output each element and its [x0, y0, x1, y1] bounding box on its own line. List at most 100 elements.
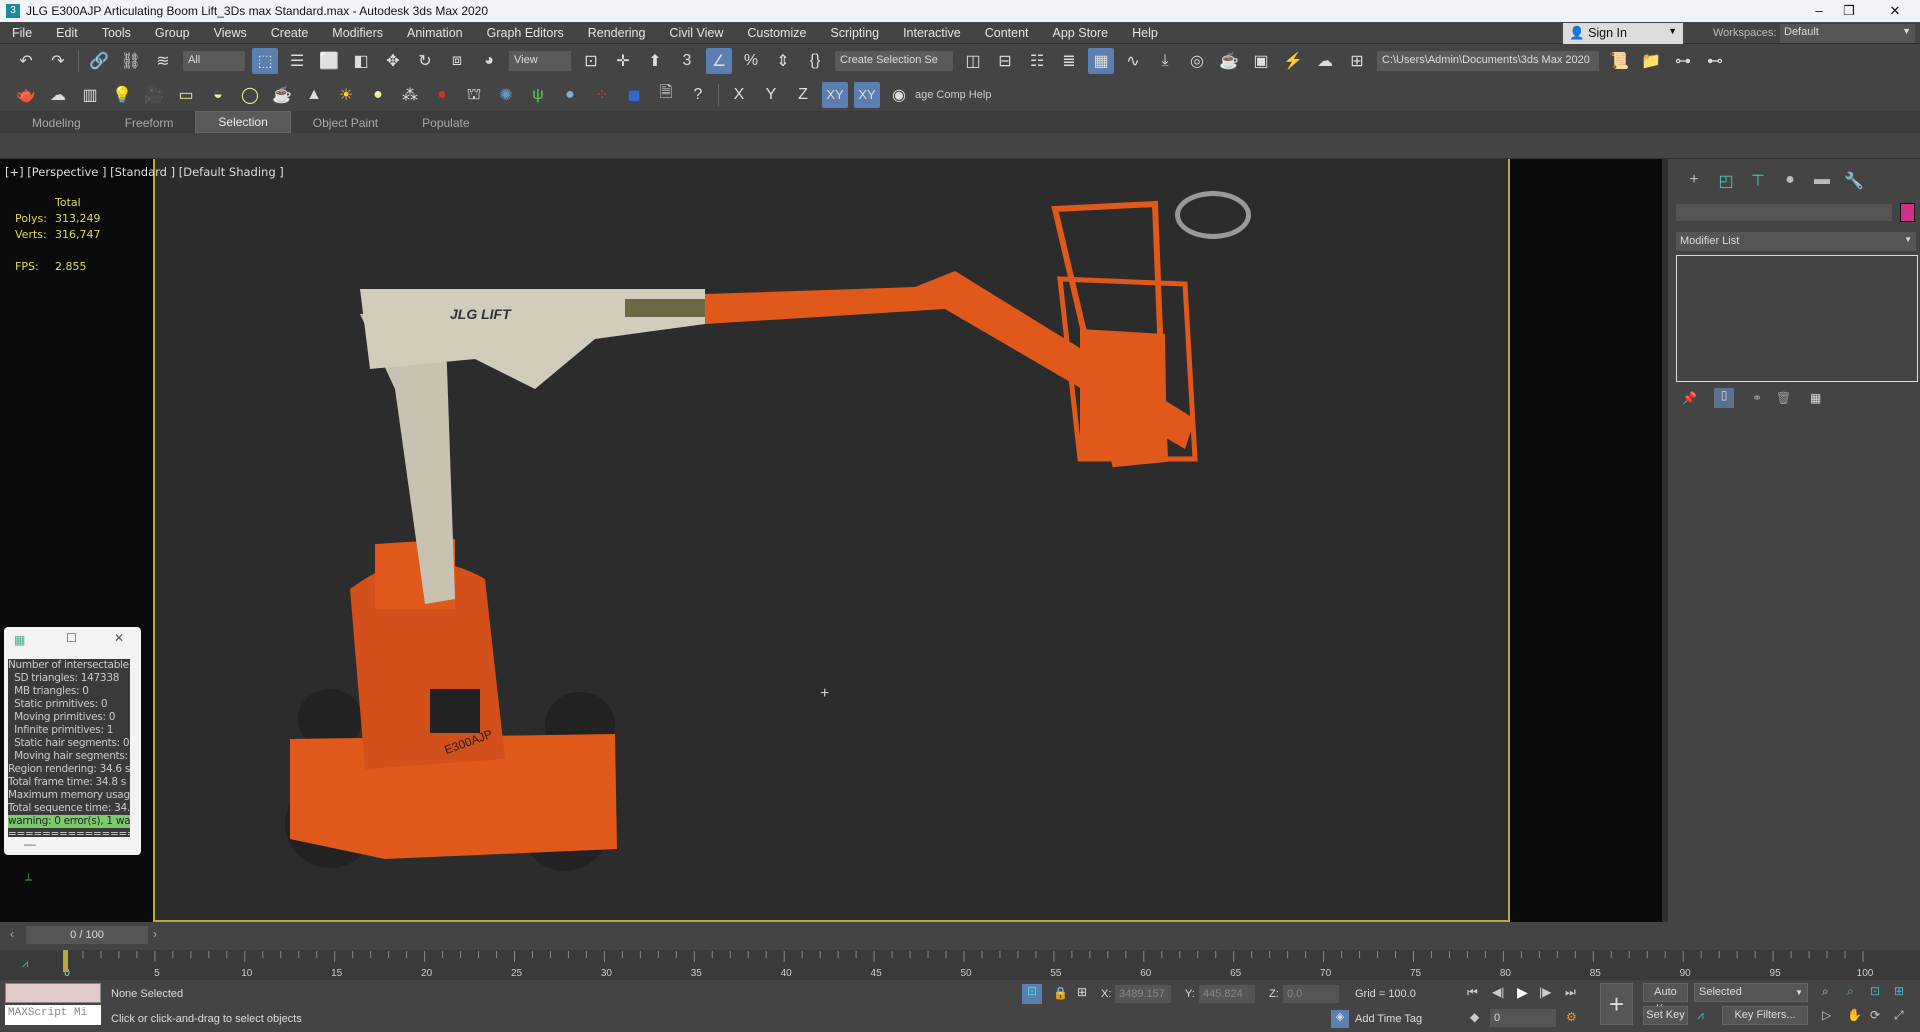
close-button[interactable]: ✕ [1872, 0, 1918, 22]
create-tab-icon[interactable]: + [1680, 171, 1708, 195]
absolute-mode-icon[interactable]: ⊞ [1077, 985, 1087, 999]
render-setup-icon[interactable]: ☕ [1216, 48, 1242, 74]
redo-icon[interactable]: ↷ [45, 48, 71, 74]
file-import-icon[interactable]: 🗎 [653, 82, 679, 108]
select-object-icon[interactable]: ⬚ [252, 47, 278, 74]
viewcube-icon[interactable] [1175, 191, 1251, 239]
key-filters-button[interactable]: Key Filters... [1722, 1006, 1808, 1025]
angle-snap-icon[interactable]: ∠ [706, 47, 732, 74]
menu-animation[interactable]: Animation [395, 26, 475, 40]
project-settings-icon[interactable]: 📜 [1606, 48, 1632, 74]
next-frame-icon[interactable]: |▶ [1539, 985, 1551, 999]
render-image-icon[interactable]: ▥ [77, 82, 103, 108]
help-icon[interactable]: ? [685, 82, 711, 108]
pin-stack-icon[interactable]: 📌 [1682, 391, 1697, 405]
menu-views[interactable]: Views [202, 26, 259, 40]
select-by-name-icon[interactable]: ☰ [284, 48, 310, 74]
named-selection-sets-dropdown[interactable]: Create Selection Se [835, 50, 953, 71]
maxscript-mini-listener[interactable]: MAXScript Mi [5, 1005, 101, 1025]
menu-file[interactable]: File [0, 26, 44, 40]
dome-light-icon[interactable]: ◒ [205, 82, 231, 108]
go-to-end-icon[interactable]: ⏭ [1565, 985, 1576, 1000]
axis-xy-button[interactable]: XY [822, 81, 848, 108]
spinner-snap-icon[interactable]: ⇕ [770, 48, 796, 74]
workspace-select[interactable]: Default ▼ [1780, 24, 1915, 43]
render-cloud-icon[interactable]: ☁ [1312, 48, 1338, 74]
sphere-light-icon[interactable]: ● [365, 82, 391, 108]
remove-modifier-icon[interactable]: 🗑 [1776, 391, 1791, 405]
next-frame-arrow[interactable]: › [153, 927, 157, 941]
show-end-result-icon[interactable]: ▯ [1714, 388, 1734, 408]
hierarchy-tab-icon[interactable]: ⊤ [1744, 171, 1772, 195]
pan-view-icon[interactable]: ✋ [1847, 1008, 1862, 1022]
maxscript-listener-pink[interactable] [5, 983, 101, 1003]
project-hierarchy-icon[interactable]: ⊷ [1702, 48, 1728, 74]
isolate-selection-icon[interactable]: ⊡ [1022, 984, 1042, 1004]
spheres-icon[interactable]: ● [429, 82, 455, 108]
play-icon[interactable]: ▶ [1517, 984, 1528, 1001]
modify-tab-icon[interactable]: ◰ [1712, 171, 1740, 195]
menu-rendering[interactable]: Rendering [576, 26, 658, 40]
safe-frame[interactable]: E300AJP JLG LIFT + [153, 159, 1510, 922]
tab-freeform[interactable]: Freeform [103, 113, 196, 133]
timeline-ruler[interactable]: 0 5 10 15 20 25 30 35 40 45 50 55 60 65 70 75 80 85 90 95 10… [0, 950, 1920, 980]
field-of-view-icon[interactable]: ▷ [1822, 1008, 1831, 1022]
move-icon[interactable]: ✥ [380, 48, 406, 74]
modifier-stack[interactable] [1676, 255, 1918, 382]
ribbon-toggle-icon[interactable]: ▦ [1088, 47, 1114, 74]
display-tab-icon[interactable]: ▬ [1808, 171, 1836, 195]
material-editor-icon[interactable]: ◎ [1184, 48, 1210, 74]
camera-sequencer-icon[interactable]: ◉ [886, 82, 912, 108]
select-manipulate-icon[interactable]: ✛ [610, 48, 636, 74]
menu-civil-view[interactable]: Civil View [657, 26, 735, 40]
align-icon[interactable]: ⊟ [992, 48, 1018, 74]
grass-icon[interactable]: ψ [525, 82, 551, 108]
axis-xy-cycle-button[interactable]: XY [854, 81, 880, 108]
menu-create[interactable]: Create [259, 26, 321, 40]
set-key-big-button[interactable]: + [1600, 983, 1633, 1025]
modifier-list-dropdown[interactable]: Modifier List ▼ [1676, 232, 1916, 251]
project-folder-icon[interactable]: 📁 [1638, 48, 1664, 74]
menu-edit[interactable]: Edit [44, 26, 90, 40]
zoom-extents-all-icon[interactable]: ⊞ [1894, 984, 1904, 998]
undo-icon[interactable]: ↶ [13, 48, 39, 74]
make-unique-icon[interactable]: ⚭ [1752, 391, 1762, 405]
x-coordinate-field[interactable]: 3489.157 [1115, 985, 1171, 1003]
viewport-label[interactable]: [+] [Perspective ] [Standard ] [Default … [5, 165, 284, 179]
tab-selection[interactable]: Selection [195, 111, 291, 133]
pivot-center-icon[interactable]: ⊡ [578, 48, 604, 74]
maximize-button[interactable]: ❐ [1826, 0, 1872, 22]
edit-named-selection-icon[interactable]: {} [802, 48, 828, 74]
time-slider[interactable]: 0 / 100 [26, 926, 148, 944]
teapot-wire-icon[interactable]: ☕ [269, 82, 295, 108]
reference-coordinate-dropdown[interactable]: View [509, 50, 571, 71]
tab-populate[interactable]: Populate [400, 113, 491, 133]
rotate-icon[interactable]: ↻ [412, 48, 438, 74]
light-bulb-icon[interactable]: 💡 [109, 82, 135, 108]
prev-frame-arrow[interactable]: ‹ [10, 927, 14, 941]
snaps-toggle-icon[interactable]: 3 [674, 48, 700, 74]
key-mode-dropdown[interactable]: Selected ▼ [1694, 983, 1808, 1002]
rectangular-selection-icon[interactable]: ⬜ [316, 48, 342, 74]
project-tree-icon[interactable]: ⊶ [1670, 48, 1696, 74]
selection-lock-icon[interactable]: 🔒 [1053, 986, 1068, 1000]
object-name-field[interactable] [1676, 204, 1892, 221]
tab-modeling[interactable]: Modeling [10, 113, 103, 133]
unlink-icon[interactable]: ⛓ [118, 48, 144, 74]
fur-icon[interactable]: ✺ [493, 82, 519, 108]
teapot-icon[interactable]: 🫖 [13, 82, 39, 108]
axis-y-button[interactable]: Y [758, 82, 784, 108]
comp-help-label[interactable]: age Comp Help [915, 89, 991, 101]
cloud-shape-icon[interactable]: ☁ [45, 82, 71, 108]
render-production-icon[interactable]: ⚡ [1280, 48, 1306, 74]
track-bar[interactable]: ⩘ 0 5 10 15 20 25 30 35 40 45 50 55 60 65 70 75 80 85 90 95… [0, 950, 1920, 980]
set-key-button[interactable]: Set Key [1643, 1006, 1688, 1025]
plane-light-icon[interactable]: ▭ [173, 82, 199, 108]
sphere-material-icon[interactable]: ● [557, 82, 583, 108]
disc-light-icon[interactable]: ◯ [237, 82, 263, 108]
time-tag-icon[interactable]: ◈ [1331, 1010, 1349, 1028]
cone-icon[interactable]: ▲ [301, 82, 327, 108]
rendered-frame-window-icon[interactable]: ▣ [1248, 48, 1274, 74]
utilities-tab-icon[interactable]: 🔧 [1840, 171, 1868, 195]
zoom-icon[interactable]: ⌕ [1822, 984, 1829, 999]
